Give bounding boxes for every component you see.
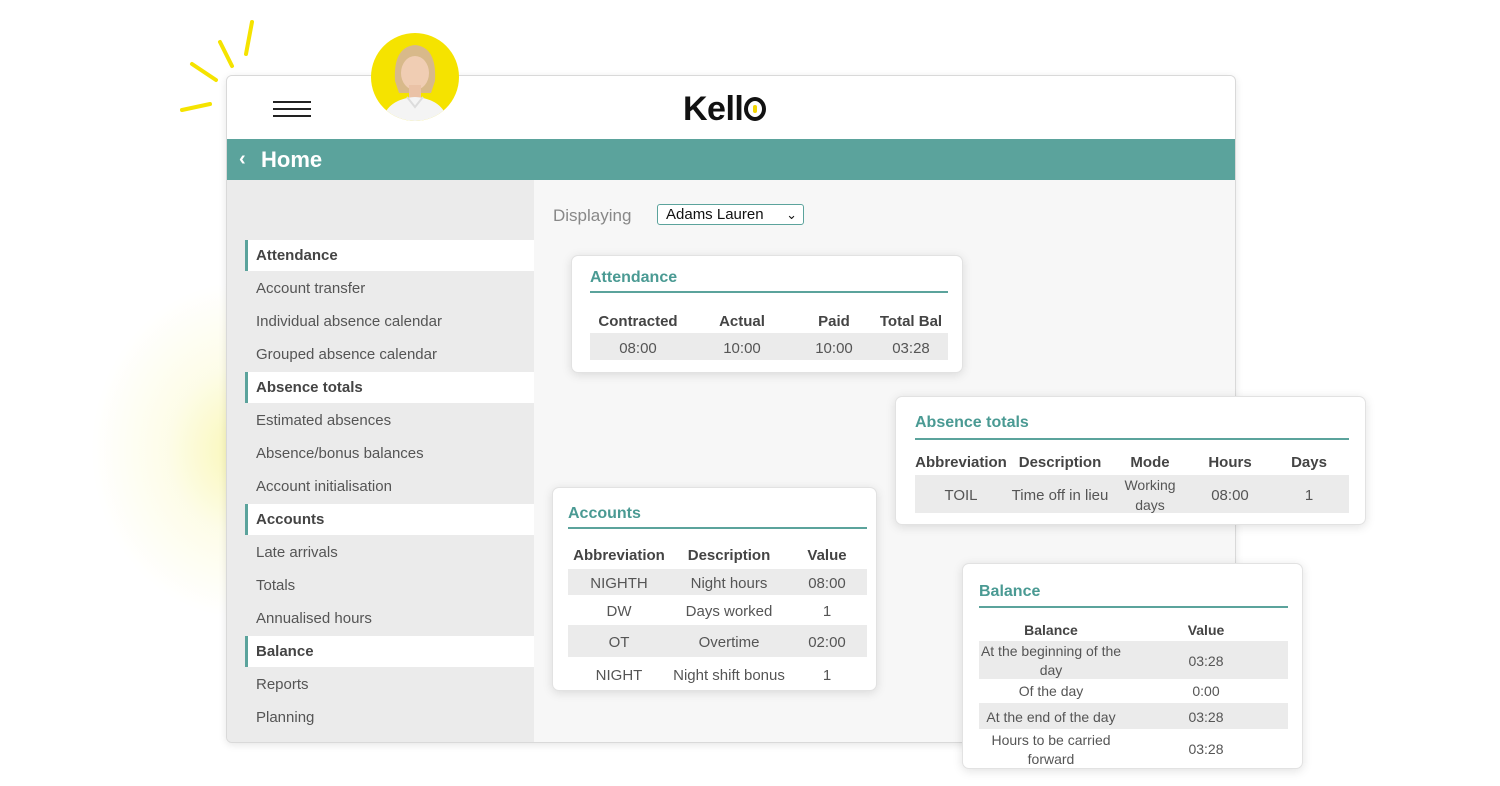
employee-select-value: Adams Lauren	[666, 206, 764, 223]
balance-row-4-value: 03:28	[1188, 741, 1224, 757]
accounts-header-description: Description	[687, 547, 771, 564]
balance-row-2-label: Of the day	[1018, 683, 1084, 699]
sidebar-item-absence-bonus-balances[interactable]: Absence/bonus balances	[245, 438, 534, 469]
sidebar-item-account-initialisation[interactable]: Account initialisation	[245, 471, 534, 502]
attendance-header-total-bal: Total Bal	[879, 313, 943, 330]
sidebar-item-planning[interactable]: Planning	[245, 702, 534, 733]
balance-row-1-label-line1: At the beginning of the	[980, 643, 1122, 659]
absence-header-days: Days	[1291, 454, 1327, 471]
sidebar-item-reports[interactable]: Reports	[245, 669, 534, 700]
attendance-header-paid: Paid	[818, 313, 850, 330]
sidebar: Attendance Account transfer Individual a…	[227, 180, 534, 742]
accounts-row-2-description: Days worked	[685, 603, 773, 620]
sidebar-item-estimated-absences[interactable]: Estimated absences	[245, 405, 534, 436]
menu-icon[interactable]	[273, 101, 311, 119]
accounts-row-2-value: 1	[822, 603, 832, 620]
kelio-logo: Kell	[683, 90, 767, 129]
balance-row-4-label-line1: Hours to be carried	[991, 732, 1111, 748]
balance-row-3-value: 03:28	[1188, 709, 1224, 725]
page-title[interactable]: Home	[261, 147, 322, 173]
displaying-label: Displaying	[553, 206, 632, 225]
accounts-header-abbreviation: Abbreviation	[573, 547, 665, 564]
balance-row-1-value: 03:28	[1188, 653, 1224, 669]
sidebar-item-attendance[interactable]: Attendance	[245, 240, 534, 271]
back-chevron-icon[interactable]: ‹	[239, 148, 246, 171]
accounts-row-1-description: Night hours	[690, 575, 768, 592]
balance-title: Balance	[979, 583, 1041, 600]
attendance-cell-total-bal: 03:28	[892, 340, 930, 357]
sidebar-item-grouped-absence-calendar[interactable]: Grouped absence calendar	[245, 339, 534, 370]
logo-o-mark	[744, 97, 767, 121]
accounts-row-3-description: Overtime	[698, 634, 760, 651]
sidebar-item-late-arrivals[interactable]: Late arrivals	[245, 537, 534, 568]
accounts-row-3-abbreviation: OT	[608, 634, 630, 651]
accounts-row-4-description: Night shift bonus	[673, 667, 785, 684]
absence-totals-rule	[915, 438, 1349, 440]
balance-row-2-value: 0:00	[1192, 683, 1220, 699]
absence-cell-mode-line1: Working	[1124, 477, 1176, 493]
attendance-cell-actual: 10:00	[723, 340, 761, 357]
absence-header-description: Description	[1018, 454, 1102, 471]
attendance-cell-paid: 10:00	[815, 340, 853, 357]
accounts-title: Accounts	[568, 505, 641, 522]
logo-text: Kell	[683, 90, 744, 128]
absence-cell-mode-line2: days	[1135, 497, 1165, 513]
home-header: ‹ Home	[227, 139, 1235, 180]
accounts-row-4-abbreviation: NIGHT	[595, 667, 643, 684]
chevron-down-icon: ⌄	[786, 207, 797, 222]
absence-cell-description: Time off in lieu	[1011, 487, 1109, 504]
balance-row-1-label-line2: day	[1039, 662, 1063, 678]
attendance-card: Attendance Contracted Actual Paid Total …	[571, 255, 963, 373]
absence-cell-hours: 08:00	[1211, 487, 1249, 504]
attendance-header-contracted: Contracted	[598, 313, 678, 330]
absence-totals-title: Absence totals	[915, 414, 1029, 431]
sidebar-item-absence-totals[interactable]: Absence totals	[245, 372, 534, 403]
employee-select[interactable]: Adams Lauren ⌄	[657, 204, 804, 225]
attendance-title: Attendance	[590, 269, 678, 286]
sidebar-item-accounts[interactable]: Accounts	[245, 504, 534, 535]
accounts-row-3-value: 02:00	[808, 634, 846, 651]
balance-row-3-label: At the end of the day	[986, 709, 1116, 725]
balance-header-balance: Balance	[1024, 622, 1078, 638]
absence-cell-days: 1	[1304, 487, 1314, 504]
balance-row-4-label-line2: forward	[1027, 751, 1075, 767]
balance-rule	[979, 606, 1288, 608]
absence-header-hours: Hours	[1208, 454, 1252, 471]
accounts-row-1-abbreviation: NIGHTH	[590, 575, 648, 592]
attendance-header-actual: Actual	[719, 313, 765, 330]
sidebar-item-annualised-hours[interactable]: Annualised hours	[245, 603, 534, 634]
accounts-row-4-value: 1	[822, 667, 832, 684]
accounts-row-1-value: 08:00	[808, 575, 846, 592]
attendance-cell-contracted: 08:00	[619, 340, 657, 357]
accounts-rule	[568, 527, 867, 529]
sidebar-item-balance[interactable]: Balance	[245, 636, 534, 667]
accounts-row-2-abbreviation: DW	[606, 603, 632, 620]
absence-header-abbreviation: Abbreviation	[915, 454, 1007, 471]
sidebar-item-account-transfer[interactable]: Account transfer	[245, 273, 534, 304]
balance-header-value: Value	[1187, 622, 1225, 638]
sidebar-item-individual-absence-calendar[interactable]: Individual absence calendar	[245, 306, 534, 337]
sidebar-item-totals[interactable]: Totals	[245, 570, 534, 601]
absence-header-mode: Mode	[1130, 454, 1170, 471]
accounts-card: Accounts Abbreviation Description Value …	[552, 487, 877, 691]
absence-totals-card: Absence totals Abbreviation Description …	[895, 396, 1366, 525]
accounts-header-value: Value	[807, 547, 847, 564]
balance-card: Balance Balance Value At the beginning o…	[962, 563, 1303, 769]
attendance-rule	[590, 291, 948, 293]
avatar[interactable]	[371, 33, 459, 121]
absence-cell-abbreviation: TOIL	[944, 487, 978, 504]
